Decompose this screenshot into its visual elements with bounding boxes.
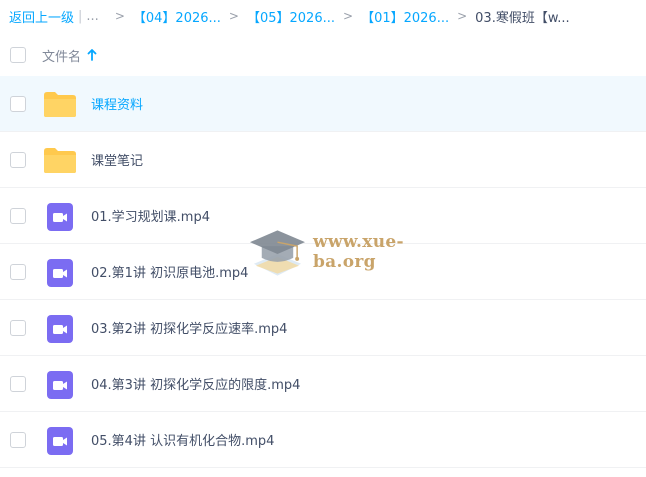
file-name[interactable]: 04.第3讲 初探化学反应的限度.mp4 [91,374,300,393]
row-checkbox[interactable] [10,264,26,280]
file-row[interactable]: 04.第3讲 初探化学反应的限度.mp4 [0,356,646,412]
file-row[interactable]: 03.第2讲 初探化学反应速率.mp4 [0,300,646,356]
breadcrumb-separator: > [114,9,125,23]
file-row[interactable]: 课堂笔记 [0,132,646,188]
row-checkbox[interactable] [10,320,26,336]
file-list-header: 文件名 [0,37,646,73]
breadcrumb-item[interactable]: 【04】2026... [133,7,221,26]
file-name[interactable]: 02.第1讲 初识原电池.mp4 [91,262,248,281]
select-all-checkbox[interactable] [10,47,26,63]
folder-icon [44,92,76,117]
file-row[interactable]: 课程资料 [0,76,646,132]
breadcrumb-separator: > [457,9,468,23]
file-name[interactable]: 01.学习规划课.mp4 [91,206,210,225]
breadcrumb-divider: | [78,8,83,24]
breadcrumb: 返回上一级 | ... > 【04】2026... > 【05】2026... … [9,5,570,27]
back-link[interactable]: 返回上一级 [9,7,74,26]
row-checkbox[interactable] [10,376,26,392]
file-row[interactable]: 05.第4讲 认识有机化合物.mp4 [0,412,646,468]
breadcrumb-current: 03.寒假班【w... [475,10,570,26]
video-icon [47,427,73,455]
file-name[interactable]: 03.第2讲 初探化学反应速率.mp4 [91,318,287,337]
name-column-label: 文件名 [42,49,82,65]
breadcrumb-item[interactable]: 【05】2026... [247,7,335,26]
breadcrumb-separator: > [343,9,354,23]
row-checkbox[interactable] [10,432,26,448]
video-icon [47,315,73,343]
breadcrumb-item[interactable]: 【01】2026... [361,7,449,26]
row-checkbox[interactable] [10,152,26,168]
breadcrumb-ellipsis[interactable]: ... [86,9,98,24]
file-name[interactable]: 课程资料 [91,94,143,113]
video-icon [47,259,73,287]
video-icon [47,203,73,231]
file-name[interactable]: 05.第4讲 认识有机化合物.mp4 [91,430,274,449]
row-checkbox[interactable] [10,208,26,224]
file-row[interactable]: 01.学习规划课.mp4 [0,188,646,244]
row-checkbox[interactable] [10,96,26,112]
video-icon [47,371,73,399]
arrow-up-icon [87,49,97,61]
file-row[interactable]: 02.第1讲 初识原电池.mp4 [0,244,646,300]
breadcrumb-separator: > [228,9,239,23]
folder-icon [44,148,76,173]
sort-by-name[interactable]: 文件名 [42,46,97,65]
file-name[interactable]: 课堂笔记 [91,150,143,169]
